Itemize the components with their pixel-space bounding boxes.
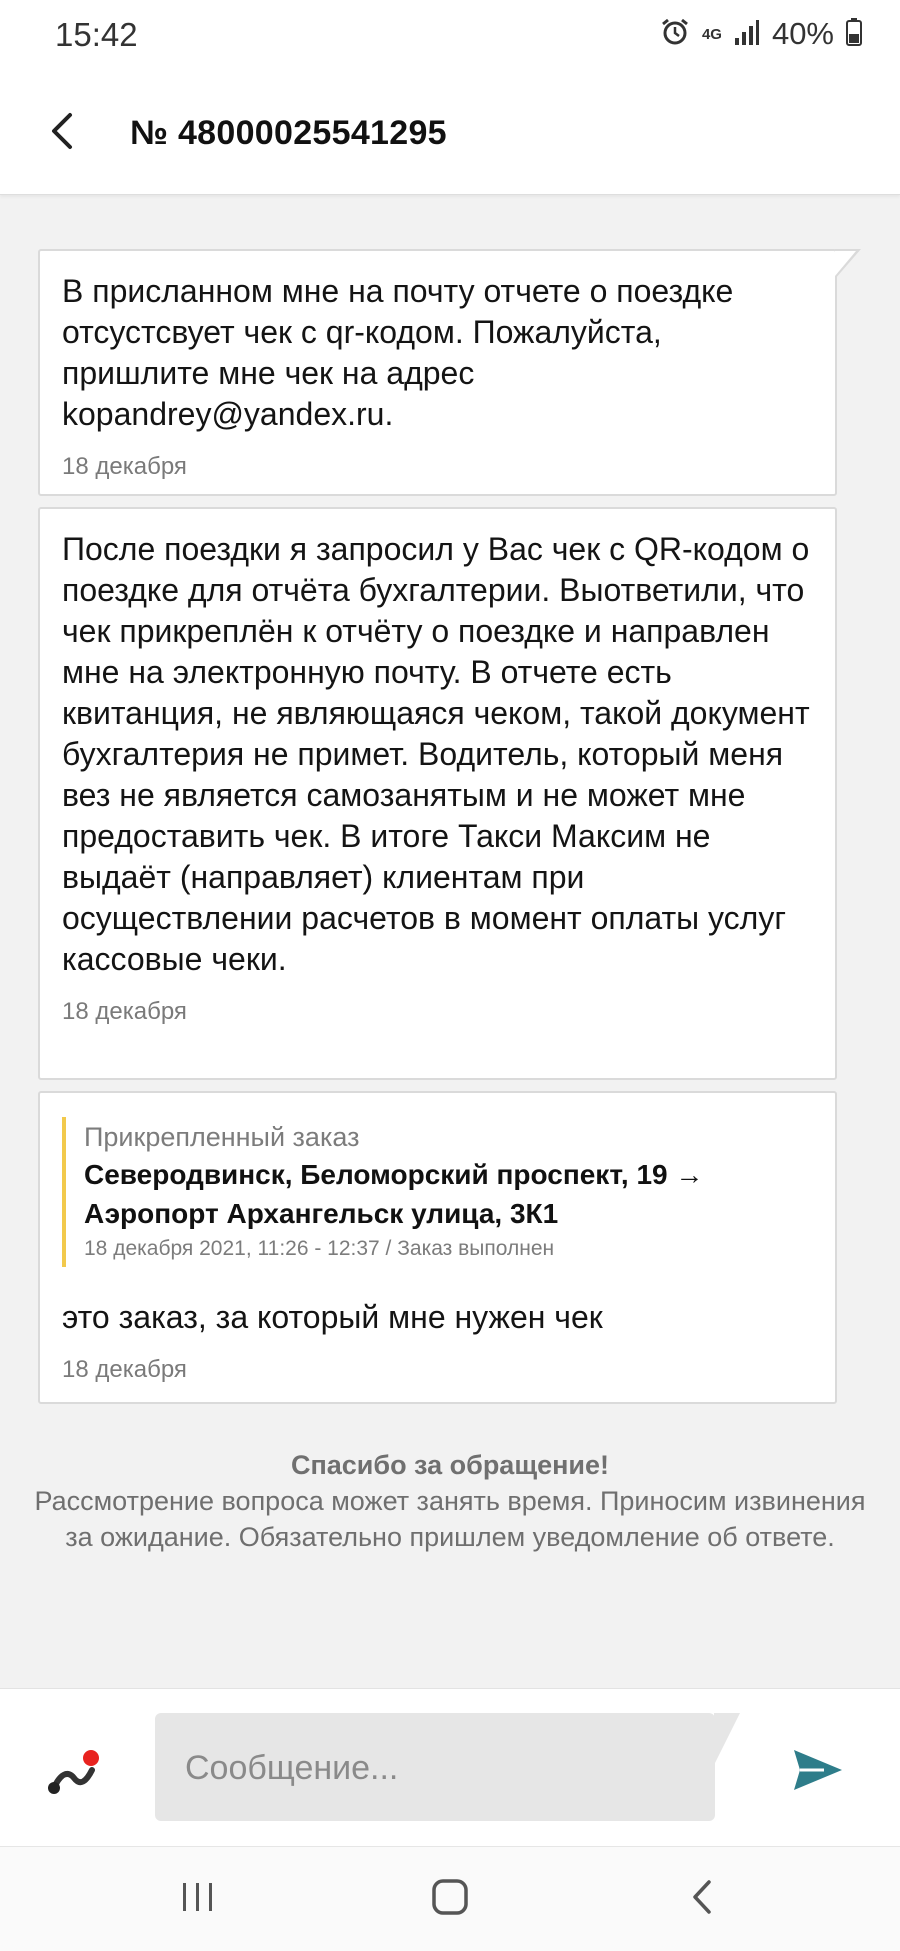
app-header: № 48000025541295 [0, 72, 900, 195]
recent-apps-button[interactable] [168, 1873, 228, 1925]
send-button[interactable] [790, 1744, 850, 1800]
message-text: это заказ, за который мне нужен чек [62, 1299, 603, 1335]
info-body: Рассмотрение вопроса может занять время.… [34, 1486, 866, 1552]
message-input[interactable] [183, 1713, 687, 1823]
message-bubble-1: В присланном мне на почту отчете о поезд… [38, 249, 861, 496]
recent-apps-icon [180, 1880, 216, 1919]
alarm-icon [660, 17, 690, 52]
home-icon [430, 1877, 470, 1922]
battery-percent: 40% [771, 16, 834, 51]
home-button[interactable] [420, 1873, 480, 1925]
battery-icon [846, 17, 862, 51]
network-type-label: 4G [701, 25, 722, 43]
signal-icon [734, 18, 760, 51]
nav-back-icon [687, 1877, 717, 1922]
info-heading: Спасибо за обращение! [290, 1450, 610, 1480]
message-date: 18 декабря [62, 1356, 187, 1383]
status-time: 15:42 [55, 16, 138, 53]
message-bubble-3: Прикрепленный заказ Северодвинск, Беломо… [38, 1091, 837, 1404]
message-date: 18 декабря [62, 453, 187, 480]
attach-button[interactable] [44, 1744, 104, 1800]
back-button[interactable] [36, 108, 86, 158]
system-nav-bar [0, 1846, 900, 1951]
send-icon [790, 1750, 846, 1800]
message-text: После поездки я запросил у Вас чек с QR-… [62, 531, 819, 977]
message-date: 18 декабря [62, 998, 187, 1025]
message-text: В присланном мне на почту отчете о поезд… [62, 273, 743, 432]
message-input-wrapper [155, 1713, 715, 1823]
attached-order-caption: Прикрепленный заказ [84, 1122, 360, 1152]
attached-order-route: Северодвинск, Беломорский проспект, 19 →… [84, 1159, 704, 1229]
message-composer [0, 1688, 900, 1846]
status-icons: 4G 40% [660, 14, 862, 54]
back-arrow-icon [46, 111, 76, 156]
attached-order-meta: 18 декабря 2021, 11:26 - 12:37 / Заказ в… [84, 1237, 555, 1260]
info-notice: Спасибо за обращение! Рассмотрение вопро… [30, 1447, 870, 1555]
ticket-title: № 48000025541295 [130, 114, 447, 152]
status-bar: 15:42 4G 40% [0, 0, 900, 72]
attached-order-card[interactable]: Прикрепленный заказ Северодвинск, Беломо… [62, 1117, 813, 1267]
message-bubble-2: После поездки я запросил у Вас чек с QR-… [38, 507, 837, 1080]
nav-back-button[interactable] [672, 1873, 732, 1925]
attach-icon [44, 1750, 104, 1804]
